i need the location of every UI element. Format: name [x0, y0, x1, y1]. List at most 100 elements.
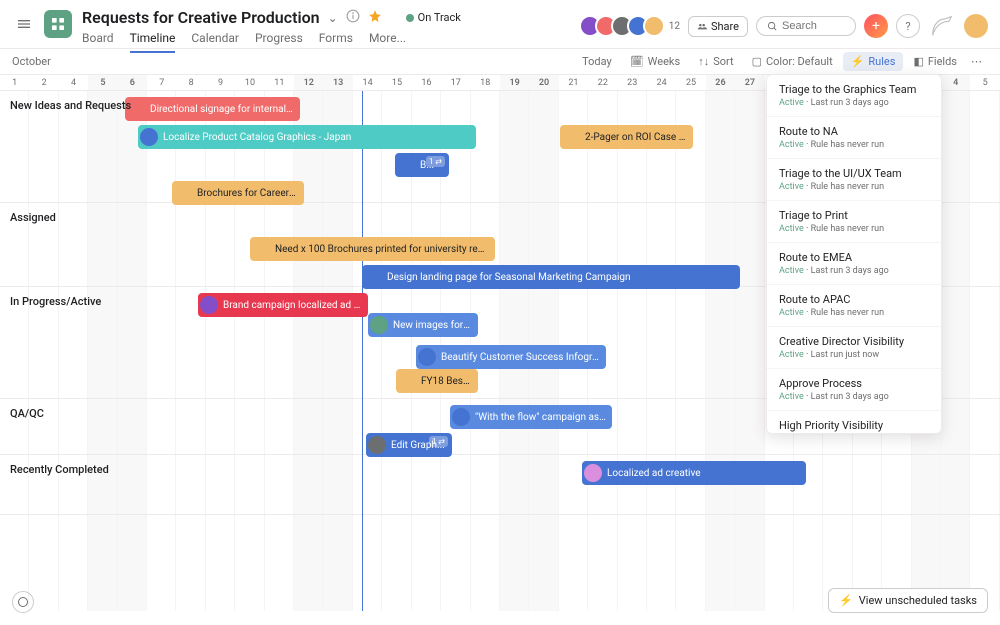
task-label: Directional signage for internal events	[150, 104, 294, 115]
sort-button[interactable]: ↑↓Sort	[690, 52, 741, 71]
rule-item[interactable]: Route to NAActive · Rule has never run	[767, 117, 941, 159]
task-bar[interactable]: Edit Graph...1 ⇄	[366, 433, 452, 457]
date-cell: 16	[412, 75, 441, 90]
tab-progress[interactable]: Progress	[255, 31, 303, 53]
task-bar[interactable]: New images for Each Regional Office	[368, 313, 478, 337]
assignee-avatar	[418, 348, 436, 366]
date-cell: 19	[500, 75, 529, 90]
user-avatar[interactable]	[964, 14, 988, 38]
month-label[interactable]: October	[12, 55, 572, 68]
tab-board[interactable]: Board	[82, 31, 114, 53]
search-icon	[767, 21, 778, 32]
date-cell: 7	[147, 75, 176, 90]
rule-title: Route to EMEA	[779, 251, 929, 264]
date-cell: 8	[176, 75, 205, 90]
today-button[interactable]: Today	[574, 52, 620, 71]
section-label[interactable]: In Progress/Active	[10, 295, 101, 308]
menu-toggle[interactable]	[12, 12, 36, 36]
header: Requests for Creative Production ⌄ On Tr…	[0, 0, 1000, 49]
subtask-badge: 1 ⇄	[426, 156, 445, 167]
rule-item[interactable]: Route to EMEAActive · Last run 3 days ag…	[767, 243, 941, 285]
rule-item[interactable]: Creative Director VisibilityActive · Las…	[767, 327, 941, 369]
rule-meta: Active · Rule has never run	[779, 308, 929, 318]
section-label[interactable]: QA/QC	[10, 407, 44, 420]
assignee-avatar	[370, 316, 388, 334]
task-label: New images for Each Regional Office	[393, 320, 472, 331]
task-bar[interactable]: Need x 100 Brochures printed for univers…	[250, 237, 495, 261]
share-button[interactable]: Share	[688, 16, 748, 37]
rule-item[interactable]: Triage to the UI/UX Team Active · Rule ha…	[767, 159, 941, 201]
rule-meta: Active · Rule has never run	[779, 182, 929, 192]
rules-button[interactable]: ⚡Rules	[843, 52, 904, 71]
assignee-avatar	[140, 128, 158, 146]
date-cell: 18	[471, 75, 500, 90]
task-bar[interactable]: FY18 Best Of Infographic	[396, 369, 478, 393]
search-box[interactable]	[756, 16, 856, 36]
info-icon[interactable]	[346, 9, 360, 26]
date-cell: 20	[529, 75, 558, 90]
task-bar[interactable]: "With the flow" campaign assets	[450, 405, 612, 429]
fields-icon: ◧	[913, 55, 923, 68]
tab-forms[interactable]: Forms	[319, 31, 353, 53]
member-count: 12	[669, 21, 680, 32]
date-cell: 2	[29, 75, 58, 90]
subtask-badge: 1 ⇄	[429, 436, 448, 447]
rule-item[interactable]: Approve ProcessActive · Last run 3 days …	[767, 369, 941, 411]
member-avatars[interactable]: 12	[585, 15, 680, 37]
fields-button[interactable]: ◧Fields	[905, 52, 965, 71]
task-bar[interactable]: Localized ad creative	[582, 461, 806, 485]
search-input[interactable]	[782, 20, 842, 32]
color-button[interactable]: ▢Color: Default	[744, 52, 841, 71]
project-icon	[44, 10, 72, 38]
rule-title: High Priority Visibility	[779, 419, 929, 432]
star-icon[interactable]	[368, 9, 382, 26]
rule-title: Triage to the UI/UX Team	[779, 167, 929, 180]
rule-item[interactable]: Triage to the Graphics TeamActive · Last…	[767, 75, 941, 117]
rule-item[interactable]: Route to APACActive · Rule has never run	[767, 285, 941, 327]
rule-item[interactable]: Triage to PrintActive · Rule has never r…	[767, 201, 941, 243]
rule-title: Triage to the Graphics Team	[779, 83, 929, 96]
task-bar[interactable]: B...1 ⇄	[395, 153, 449, 177]
status-label: On Track	[418, 11, 461, 24]
date-cell: 22	[588, 75, 617, 90]
task-label: Beautify Customer Success Infographic	[441, 352, 600, 363]
task-label: Brand campaign localized ad creative	[223, 300, 362, 311]
section-label[interactable]: Assigned	[10, 211, 56, 224]
date-cell: 17	[441, 75, 470, 90]
task-bar[interactable]: Beautify Customer Success Infographic	[416, 345, 606, 369]
task-bar[interactable]: Localize Product Catalog Graphics - Japa…	[138, 125, 476, 149]
tab-more[interactable]: More...	[369, 31, 406, 53]
task-bar[interactable]: Brand campaign localized ad creative	[198, 293, 368, 317]
date-cell: 13	[323, 75, 352, 90]
assignee-avatar	[562, 128, 580, 146]
record-button[interactable]	[12, 591, 34, 613]
assignee-avatar	[252, 240, 270, 258]
rule-meta: Active · Last run 3 days ago	[779, 392, 929, 402]
task-bar[interactable]: Directional signage for internal events	[125, 97, 300, 121]
section: Recently Completed Localized ad creative	[0, 455, 1000, 515]
task-bar[interactable]: Brochures for Career Fair	[172, 181, 304, 205]
help-button[interactable]: ?	[896, 14, 920, 38]
view-unscheduled-button[interactable]: ⚡ View unscheduled tasks	[828, 588, 988, 613]
rules-dropdown: Triage to the Graphics Team Active · Last…	[766, 74, 942, 434]
sort-icon: ↑↓	[698, 55, 709, 68]
more-button[interactable]: ⋯	[965, 52, 988, 71]
rule-item[interactable]: High Priority VisibilityActive · Last ru…	[767, 411, 941, 434]
rule-title: Creative Director Visibility	[779, 335, 929, 348]
date-cell: 14	[353, 75, 382, 90]
tab-calendar[interactable]: Calendar	[191, 31, 239, 53]
date-cell: 5	[970, 75, 999, 90]
title-chevron-icon[interactable]: ⌄	[328, 11, 338, 25]
section-label[interactable]: New Ideas and Requests	[10, 99, 131, 112]
section-label[interactable]: Recently Completed	[10, 463, 109, 476]
task-bar[interactable]: 2-Pager on ROI Case Study	[560, 125, 693, 149]
add-button[interactable]: +	[864, 14, 888, 38]
task-bar[interactable]: Design landing page for Seasonal Marketi…	[362, 265, 740, 289]
assignee-avatar	[174, 184, 192, 202]
zoom-weeks-button[interactable]: 🗓Weeks	[622, 52, 688, 71]
date-cell: 4	[941, 75, 970, 90]
task-label: "With the flow" campaign assets	[475, 412, 606, 423]
tab-timeline[interactable]: Timeline	[130, 31, 176, 53]
date-cell: 25	[676, 75, 705, 90]
status-pill[interactable]: On Track	[406, 11, 461, 24]
